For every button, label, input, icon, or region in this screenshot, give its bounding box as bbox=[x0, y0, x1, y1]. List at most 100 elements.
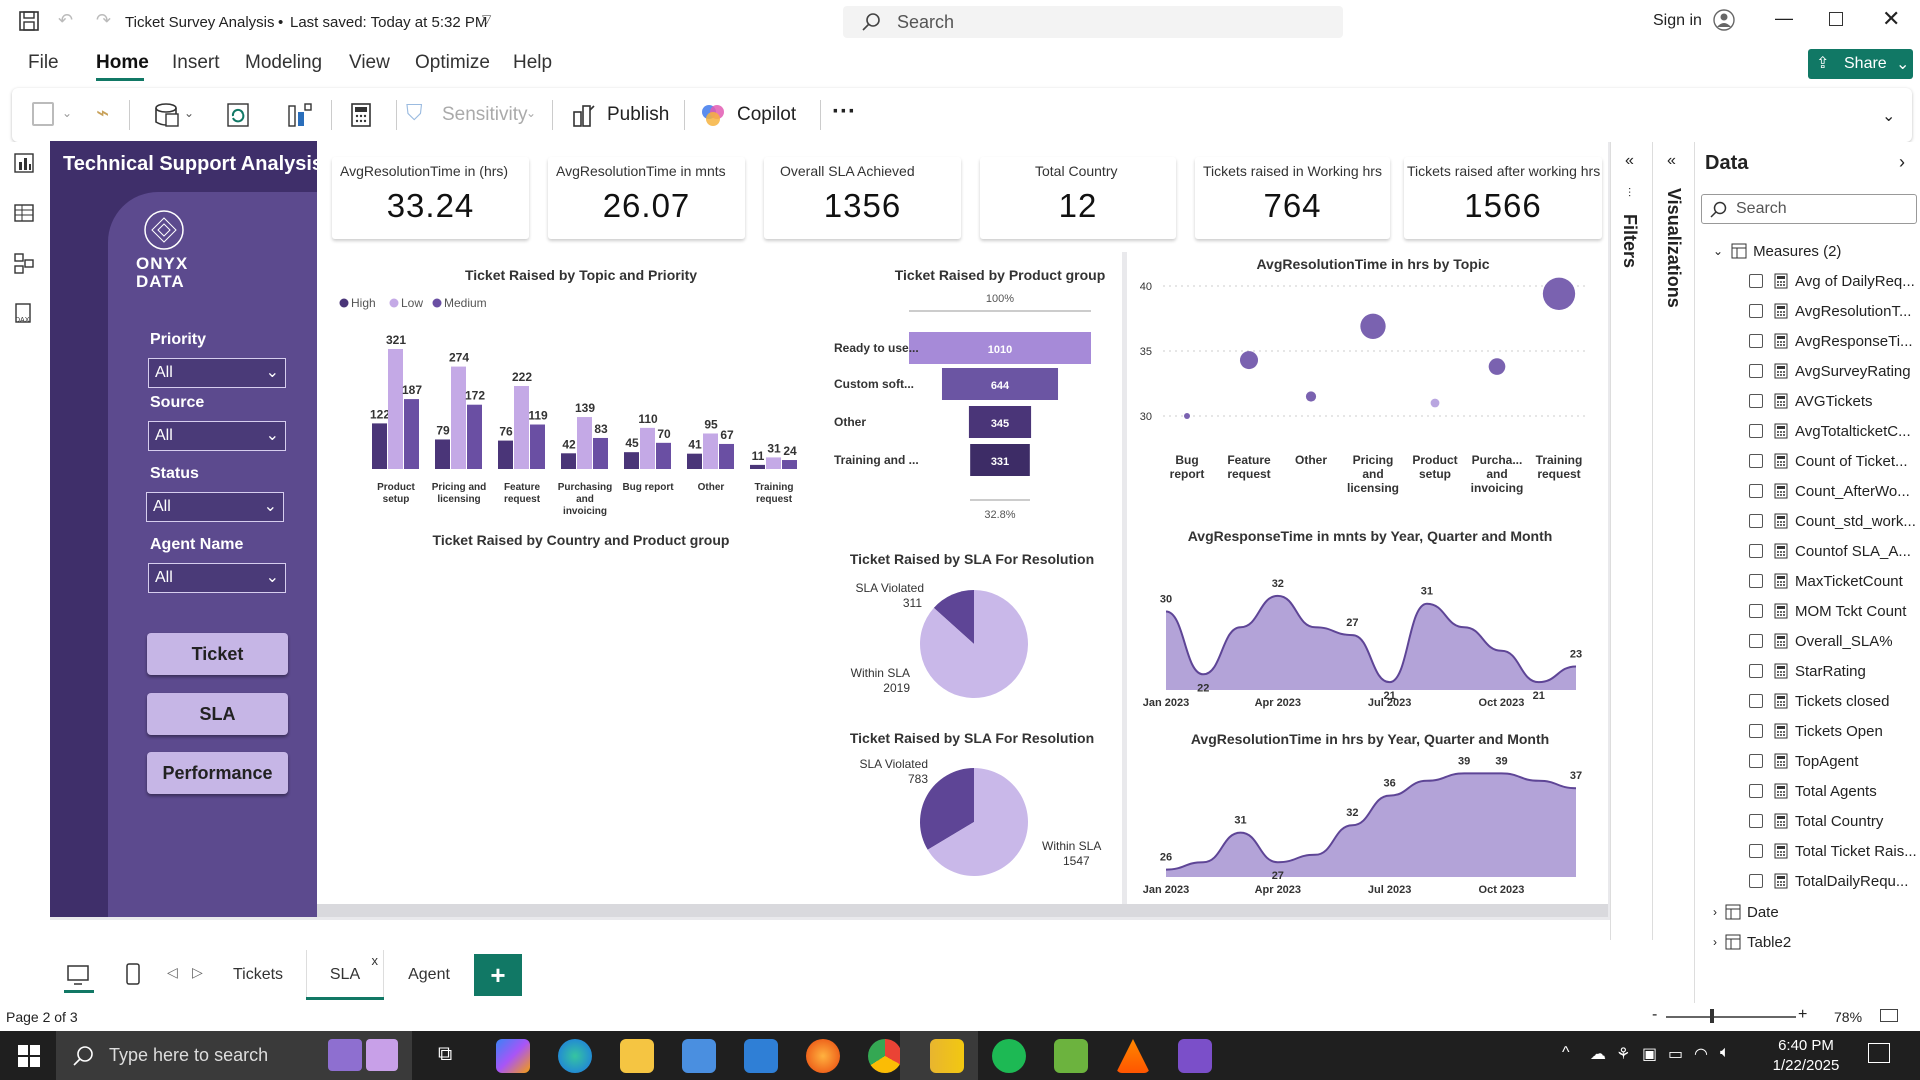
power-bi-icon[interactable] bbox=[930, 1039, 964, 1073]
zoom-slider-thumb[interactable] bbox=[1710, 1009, 1714, 1023]
field-checkbox[interactable] bbox=[1749, 784, 1763, 798]
fit-to-page-icon[interactable] bbox=[1880, 1009, 1898, 1022]
onedrive-icon[interactable]: ☁ bbox=[1590, 1044, 1606, 1064]
vlc-icon[interactable] bbox=[1116, 1039, 1150, 1073]
field-checkbox[interactable] bbox=[1749, 574, 1763, 588]
data-field-item[interactable]: Count of Ticket... bbox=[1749, 446, 1920, 476]
x-category-label: Feature request bbox=[1227, 453, 1271, 481]
spotify-icon[interactable] bbox=[992, 1039, 1026, 1073]
mail-icon[interactable] bbox=[744, 1039, 778, 1073]
data-field-item[interactable]: MaxTicketCount bbox=[1749, 566, 1920, 596]
field-checkbox[interactable] bbox=[1749, 844, 1763, 858]
tab-sla[interactable]: SLA x bbox=[306, 950, 384, 1000]
wifi-icon[interactable]: ◠ bbox=[1694, 1044, 1708, 1064]
data-field-item[interactable]: AVGTickets bbox=[1749, 386, 1920, 416]
data-field-item[interactable]: TopAgent bbox=[1749, 746, 1920, 776]
volume-icon[interactable]: 🔈︎ bbox=[1720, 1044, 1730, 1062]
field-checkbox[interactable] bbox=[1749, 664, 1763, 678]
zoom-in-icon[interactable]: + bbox=[1798, 1006, 1807, 1024]
field-checkbox[interactable] bbox=[1749, 874, 1763, 888]
notifications-icon[interactable] bbox=[1868, 1043, 1890, 1063]
field-checkbox[interactable] bbox=[1749, 634, 1763, 648]
funnel-value-label: 1010 bbox=[988, 344, 1012, 356]
visualizations-pane[interactable]: « Visualizations bbox=[1652, 142, 1694, 940]
bar bbox=[561, 453, 576, 469]
field-checkbox[interactable] bbox=[1749, 754, 1763, 768]
scroll-left-icon[interactable]: ◁ bbox=[167, 964, 178, 981]
collapse-visualizations-icon[interactable]: « bbox=[1667, 152, 1676, 170]
data-field-item[interactable]: Count_std_work... bbox=[1749, 506, 1920, 536]
data-field-item[interactable]: Tickets closed bbox=[1749, 686, 1920, 716]
clock-date[interactable]: 1/22/2025 bbox=[1768, 1057, 1844, 1074]
visual-studio-icon[interactable] bbox=[1178, 1039, 1212, 1073]
collapse-filters-icon[interactable]: « bbox=[1625, 152, 1634, 170]
field-checkbox[interactable] bbox=[1749, 724, 1763, 738]
battery-icon[interactable]: ▭ bbox=[1668, 1044, 1683, 1064]
sla-pie-chart-1: Ticket Raised by SLA For Resolution SLA V… bbox=[850, 551, 1094, 698]
copilot-taskbar-icon[interactable] bbox=[496, 1039, 530, 1073]
chrome-icon[interactable] bbox=[868, 1039, 902, 1073]
filters-pane[interactable]: « ⫶ Filters bbox=[1610, 142, 1652, 940]
field-checkbox[interactable] bbox=[1749, 484, 1763, 498]
data-field-item[interactable]: Count_AfterWo... bbox=[1749, 476, 1920, 506]
field-checkbox[interactable] bbox=[1749, 274, 1763, 288]
table-date[interactable]: › Date bbox=[1713, 897, 1913, 927]
data-field-item[interactable]: Tickets Open bbox=[1749, 716, 1920, 746]
data-field-item[interactable]: AvgTotalticketC... bbox=[1749, 416, 1920, 446]
data-field-item[interactable]: AvgResponseTi... bbox=[1749, 326, 1920, 356]
firefox-icon[interactable] bbox=[806, 1039, 840, 1073]
filters-label[interactable]: Filters bbox=[1619, 214, 1640, 268]
visualizations-label[interactable]: Visualizations bbox=[1663, 188, 1684, 308]
data-field-item[interactable]: Avg of DailyReq... bbox=[1749, 266, 1920, 296]
windows-start-icon[interactable] bbox=[18, 1045, 40, 1067]
app-tray-icon[interactable]: ⚘ bbox=[1616, 1044, 1630, 1064]
close-tab-icon[interactable]: x bbox=[372, 936, 379, 986]
data-field-item[interactable]: StarRating bbox=[1749, 656, 1920, 686]
tab-agent[interactable]: Agent bbox=[384, 950, 474, 1000]
field-checkbox[interactable] bbox=[1749, 304, 1763, 318]
add-page-button[interactable]: + bbox=[474, 954, 522, 996]
scroll-right-icon[interactable]: ▷ bbox=[192, 964, 203, 981]
data-field-item[interactable]: Countof SLA_A... bbox=[1749, 536, 1920, 566]
data-field-item[interactable]: Total Country bbox=[1749, 806, 1920, 836]
file-explorer-icon[interactable] bbox=[620, 1039, 654, 1073]
field-checkbox[interactable] bbox=[1749, 514, 1763, 528]
mobile-layout-icon[interactable] bbox=[125, 962, 141, 986]
task-view-icon[interactable]: ⧉ bbox=[438, 1043, 452, 1066]
field-checkbox[interactable] bbox=[1749, 424, 1763, 438]
desktop-layout-icon[interactable] bbox=[66, 964, 90, 986]
tab-tickets[interactable]: Tickets bbox=[210, 950, 306, 1000]
clock-time[interactable]: 6:40 PM bbox=[1770, 1037, 1842, 1054]
status-bar: Page 2 of 3 - + 78% bbox=[0, 1003, 1920, 1031]
field-checkbox[interactable] bbox=[1749, 814, 1763, 828]
field-label: TopAgent bbox=[1795, 752, 1859, 770]
field-checkbox[interactable] bbox=[1749, 604, 1763, 618]
taskbar-search-box[interactable]: Type here to search bbox=[56, 1031, 412, 1080]
field-checkbox[interactable] bbox=[1749, 394, 1763, 408]
collapse-data-icon[interactable]: › bbox=[1899, 152, 1905, 173]
show-hidden-icons[interactable]: ^ bbox=[1562, 1044, 1570, 1062]
data-field-item[interactable]: Total Ticket Rais... bbox=[1749, 836, 1920, 866]
data-search-input[interactable]: Search bbox=[1701, 194, 1917, 224]
measures-group[interactable]: ⌄ Measures (2) bbox=[1713, 236, 1913, 266]
table-table2[interactable]: › Table2 bbox=[1713, 927, 1913, 957]
store-icon[interactable] bbox=[682, 1039, 716, 1073]
bar-value-label: 45 bbox=[625, 436, 639, 450]
field-checkbox[interactable] bbox=[1749, 334, 1763, 348]
field-checkbox[interactable] bbox=[1749, 544, 1763, 558]
zoom-out-icon[interactable]: - bbox=[1652, 1006, 1657, 1024]
data-field-item[interactable]: Overall_SLA% bbox=[1749, 626, 1920, 656]
data-field-item[interactable]: AvgSurveyRating bbox=[1749, 356, 1920, 386]
data-field-item[interactable]: TotalDailyRequ... bbox=[1749, 866, 1920, 896]
zoom-slider-track[interactable] bbox=[1666, 1016, 1796, 1018]
field-checkbox[interactable] bbox=[1749, 694, 1763, 708]
field-checkbox[interactable] bbox=[1749, 454, 1763, 468]
meet-now-icon[interactable]: ▣ bbox=[1642, 1044, 1657, 1064]
edge-icon[interactable] bbox=[558, 1039, 592, 1073]
x-tick-label: Jan 2023 bbox=[1143, 697, 1189, 709]
data-field-item[interactable]: Total Agents bbox=[1749, 776, 1920, 806]
field-checkbox[interactable] bbox=[1749, 364, 1763, 378]
data-field-item[interactable]: MOM Tckt Count bbox=[1749, 596, 1920, 626]
data-field-item[interactable]: AvgResolutionT... bbox=[1749, 296, 1920, 326]
snipping-tool-icon[interactable] bbox=[1054, 1039, 1088, 1073]
